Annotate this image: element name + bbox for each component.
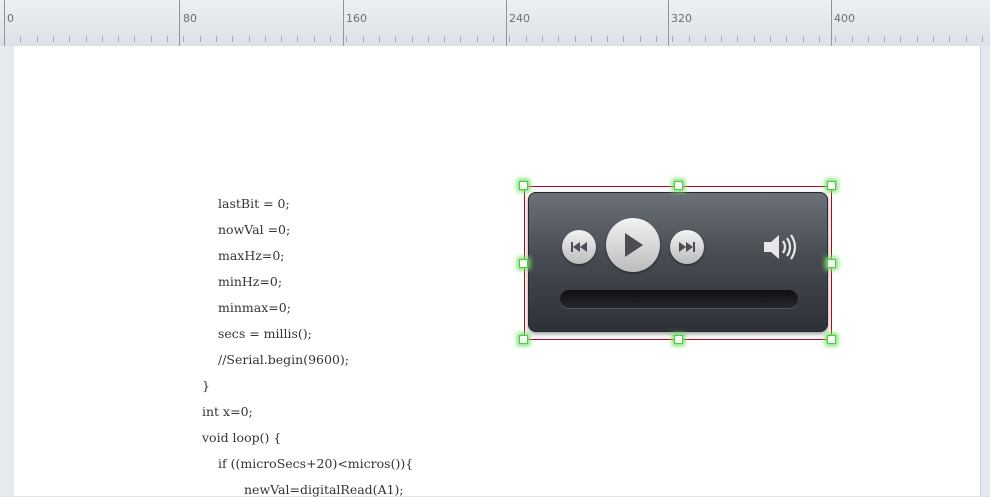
ruler-tick [509, 36, 510, 42]
ruler-tick [949, 36, 950, 42]
selection-frame [524, 186, 832, 340]
ruler-label-80: 80 [183, 12, 197, 25]
ruler-tick [542, 36, 543, 42]
ruler-tick [705, 36, 706, 42]
resize-handle-top-left[interactable] [519, 181, 528, 190]
ruler-tick [232, 36, 233, 42]
left-gutter [0, 46, 15, 496]
code-line: nowVal =0; [218, 222, 291, 237]
canvas-page[interactable]: lastBit = 0; nowVal =0; maxHz=0; minHz=0… [14, 46, 980, 497]
ruler-tick [607, 36, 608, 42]
code-line: //Serial.begin(9600); [218, 352, 350, 367]
code-line: minmax=0; [218, 300, 291, 315]
ruler-major-tick [506, 0, 507, 46]
ruler-major-tick [831, 0, 832, 46]
ruler-label-160: 160 [346, 12, 367, 25]
ruler-tick [102, 36, 103, 42]
code-line: newVal=digitalRead(A1); [244, 482, 404, 497]
ruler-tick [265, 36, 266, 42]
ruler-tick [249, 36, 250, 42]
ruler-tick [167, 36, 168, 42]
ruler-label-400: 400 [834, 12, 855, 25]
ruler-tick [216, 36, 217, 42]
ruler-tick [933, 36, 934, 42]
ruler-tick [835, 36, 836, 42]
ruler-tick [118, 36, 119, 42]
ruler-tick [346, 36, 347, 42]
ruler-tick [917, 36, 918, 42]
ruler-tick [672, 36, 673, 42]
ruler-tick [183, 36, 184, 42]
ruler-tick [53, 36, 54, 42]
resize-handle-left[interactable] [519, 259, 528, 268]
ruler-tick [656, 36, 657, 42]
ruler-tick [575, 36, 576, 42]
resize-handle-top[interactable] [674, 181, 683, 190]
ruler-tick [754, 36, 755, 42]
ruler-tick [281, 36, 282, 42]
ruler-tick [444, 36, 445, 42]
ruler-tick [982, 36, 983, 42]
code-line: int x=0; [202, 404, 253, 419]
ruler-tick [330, 36, 331, 42]
code-line: } [202, 378, 210, 393]
code-line: secs = millis(); [218, 326, 312, 341]
horizontal-ruler[interactable]: 0 80 160 240 320 400 [0, 0, 990, 47]
ruler-major-tick [668, 0, 669, 46]
ruler-tick [20, 36, 21, 42]
ruler-tick [640, 36, 641, 42]
ruler-tick [900, 36, 901, 42]
ruler-tick [558, 36, 559, 42]
resize-handle-bottom-left[interactable] [519, 335, 528, 344]
ruler-tick [363, 36, 364, 42]
ruler-tick [819, 36, 820, 42]
ruler-tick [379, 36, 380, 42]
ruler-major-tick [343, 0, 344, 46]
code-line: minHz=0; [218, 274, 283, 289]
ruler-tick [803, 36, 804, 42]
ruler-tick [884, 36, 885, 42]
resize-handle-right[interactable] [827, 259, 836, 268]
ruler-tick [868, 36, 869, 42]
ruler-tick [460, 36, 461, 42]
ruler-tick [737, 36, 738, 42]
ruler-tick [689, 36, 690, 42]
resize-handle-bottom[interactable] [674, 335, 683, 344]
ruler-tick [623, 36, 624, 42]
code-line: maxHz=0; [218, 248, 285, 263]
ruler-tick [200, 36, 201, 42]
ruler-major-tick [179, 0, 180, 46]
ruler-label-0: 0 [7, 12, 14, 25]
ruler-tick [134, 36, 135, 42]
ruler-tick [314, 36, 315, 42]
ruler-tick [966, 36, 967, 42]
ruler-tick [477, 36, 478, 42]
ruler-tick [395, 36, 396, 42]
ruler-tick [770, 36, 771, 42]
code-snippet: lastBit = 0; nowVal =0; maxHz=0; minHz=0… [14, 46, 413, 497]
ruler-tick [428, 36, 429, 42]
code-line: if ((microSecs+20)<micros()){ [218, 456, 414, 471]
right-scrollbar[interactable] [980, 46, 990, 496]
ruler-tick [591, 36, 592, 42]
ruler-tick [852, 36, 853, 42]
ruler-tick [86, 36, 87, 42]
ruler-tick [412, 36, 413, 42]
ruler-tick [526, 36, 527, 42]
resize-handle-bottom-right[interactable] [827, 335, 836, 344]
ruler-major-tick [4, 0, 5, 46]
ruler-tick [493, 36, 494, 42]
ruler-label-240: 240 [509, 12, 530, 25]
code-line: void loop() { [202, 430, 282, 445]
ruler-tick [69, 36, 70, 42]
ruler-tick [37, 36, 38, 42]
resize-handle-top-right[interactable] [827, 181, 836, 190]
ruler-tick [151, 36, 152, 42]
code-line: lastBit = 0; [218, 196, 290, 211]
ruler-tick [297, 36, 298, 42]
ruler-tick [721, 36, 722, 42]
ruler-tick [786, 36, 787, 42]
ruler-label-320: 320 [671, 12, 692, 25]
